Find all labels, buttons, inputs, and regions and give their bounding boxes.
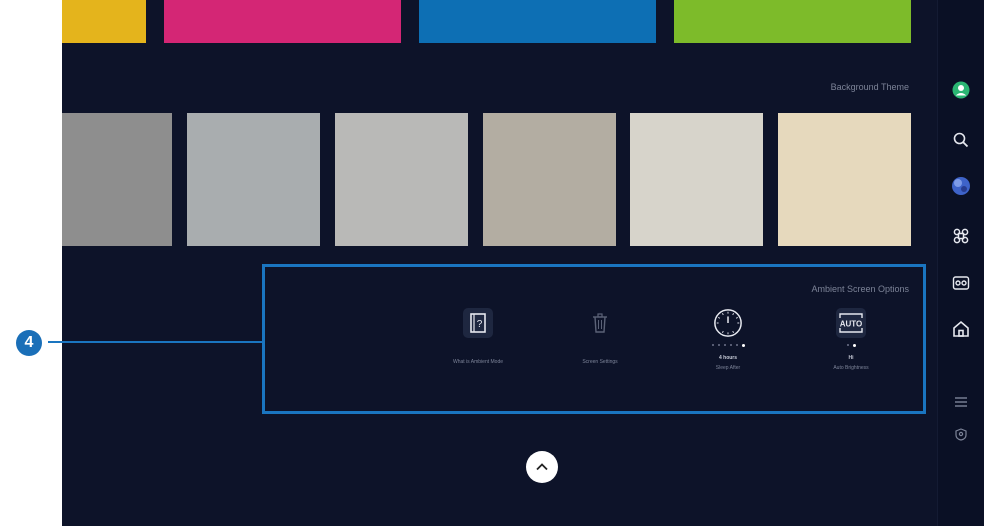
menu-icon[interactable] bbox=[949, 390, 973, 414]
theme-tile[interactable] bbox=[483, 113, 616, 246]
scroll-up-button[interactable] bbox=[526, 451, 558, 483]
background-theme-title: Background Theme bbox=[830, 82, 909, 92]
chevron-up-icon bbox=[536, 463, 548, 471]
globe-icon[interactable] bbox=[949, 174, 973, 198]
color-swatch-green[interactable] bbox=[674, 0, 911, 43]
sidebar bbox=[937, 0, 984, 526]
color-swatch-yellow[interactable] bbox=[62, 0, 146, 43]
callout-badge: 4 bbox=[16, 330, 42, 356]
theme-tile[interactable] bbox=[187, 113, 320, 246]
callout-line bbox=[48, 341, 264, 343]
ambient-icon[interactable] bbox=[949, 224, 973, 248]
color-swatch-blue[interactable] bbox=[419, 0, 656, 43]
theme-tile[interactable] bbox=[335, 113, 468, 246]
game-icon[interactable] bbox=[949, 271, 973, 295]
home-icon[interactable] bbox=[949, 317, 973, 341]
ambient-screen: Background Theme Ambient Screen Options … bbox=[62, 0, 984, 526]
profile-icon[interactable] bbox=[949, 78, 973, 102]
search-icon[interactable] bbox=[949, 128, 973, 152]
color-swatch-pink[interactable] bbox=[164, 0, 401, 43]
theme-tile[interactable] bbox=[62, 113, 172, 246]
ambient-options-highlight bbox=[262, 264, 926, 414]
theme-tile[interactable] bbox=[778, 113, 911, 246]
shield-icon[interactable] bbox=[949, 422, 973, 446]
theme-tile[interactable] bbox=[630, 113, 763, 246]
